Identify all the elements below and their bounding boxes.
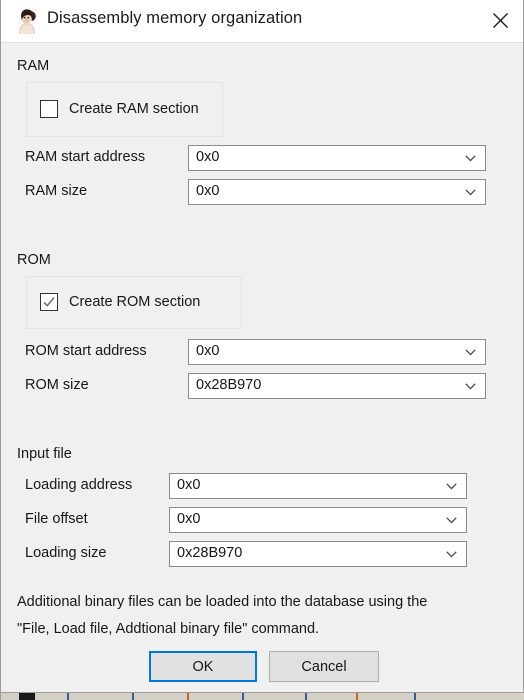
ok-button-label: OK <box>192 658 214 675</box>
create-ram-section-label: Create RAM section <box>69 101 199 117</box>
ok-button[interactable]: OK <box>149 651 257 682</box>
ram-start-address-label: RAM start address <box>25 149 146 165</box>
file-offset-value: 0x0 <box>177 511 201 527</box>
rom-start-address-value: 0x0 <box>196 343 220 359</box>
rom-start-address-combobox[interactable]: 0x0 <box>188 339 486 365</box>
create-rom-section-checkbox[interactable]: Create ROM section <box>40 293 200 311</box>
rom-size-label: ROM size <box>25 377 89 393</box>
chevron-down-icon[interactable] <box>444 542 458 566</box>
create-rom-section-label: Create ROM section <box>69 294 201 310</box>
chevron-down-icon[interactable] <box>463 340 477 364</box>
title-bar: Disassembly memory organization <box>1 0 523 43</box>
hint-text-line-1: Additional binary files can be loaded in… <box>17 594 428 610</box>
ram-size-combobox[interactable]: 0x0 <box>188 179 486 205</box>
section-header-input-file: Input file <box>17 446 72 462</box>
loading-address-label: Loading address <box>25 477 133 493</box>
rom-size-combobox[interactable]: 0x28B970 <box>188 373 486 399</box>
create-ram-section-checkbox[interactable]: Create RAM section <box>40 100 199 118</box>
ram-size-label: RAM size <box>25 183 88 199</box>
rom-start-address-label: ROM start address <box>25 343 147 359</box>
loading-size-combobox[interactable]: 0x28B970 <box>169 541 467 567</box>
chevron-down-icon[interactable] <box>444 508 458 532</box>
ram-start-address-combobox[interactable]: 0x0 <box>188 145 486 171</box>
loading-address-value: 0x0 <box>177 477 201 493</box>
loading-size-label: Loading size <box>25 545 107 561</box>
disassembly-memory-organization-dialog: Disassembly memory organization RAM Crea… <box>0 0 524 700</box>
ram-size-value: 0x0 <box>196 183 220 199</box>
chevron-down-icon[interactable] <box>444 474 458 498</box>
chevron-down-icon[interactable] <box>463 180 477 204</box>
section-header-rom: ROM <box>17 252 51 268</box>
chevron-down-icon[interactable] <box>463 374 477 398</box>
cancel-button[interactable]: Cancel <box>269 651 379 682</box>
ida-logo-icon <box>13 7 41 35</box>
checkbox-indicator-checked <box>40 293 58 311</box>
background-window-sliver <box>1 693 524 700</box>
rom-size-value: 0x28B970 <box>196 377 262 393</box>
window-title: Disassembly memory organization <box>47 9 303 27</box>
loading-address-combobox[interactable]: 0x0 <box>169 473 467 499</box>
loading-size-value: 0x28B970 <box>177 545 243 561</box>
cancel-button-label: Cancel <box>301 658 347 675</box>
ram-start-address-value: 0x0 <box>196 149 220 165</box>
file-offset-label: File offset <box>25 511 88 527</box>
chevron-down-icon[interactable] <box>463 146 477 170</box>
file-offset-combobox[interactable]: 0x0 <box>169 507 467 533</box>
section-header-ram: RAM <box>17 58 50 74</box>
close-icon[interactable] <box>483 4 517 36</box>
hint-text-line-2: "File, Load file, Addtional binary file"… <box>17 621 320 637</box>
checkbox-indicator-unchecked <box>40 100 58 118</box>
